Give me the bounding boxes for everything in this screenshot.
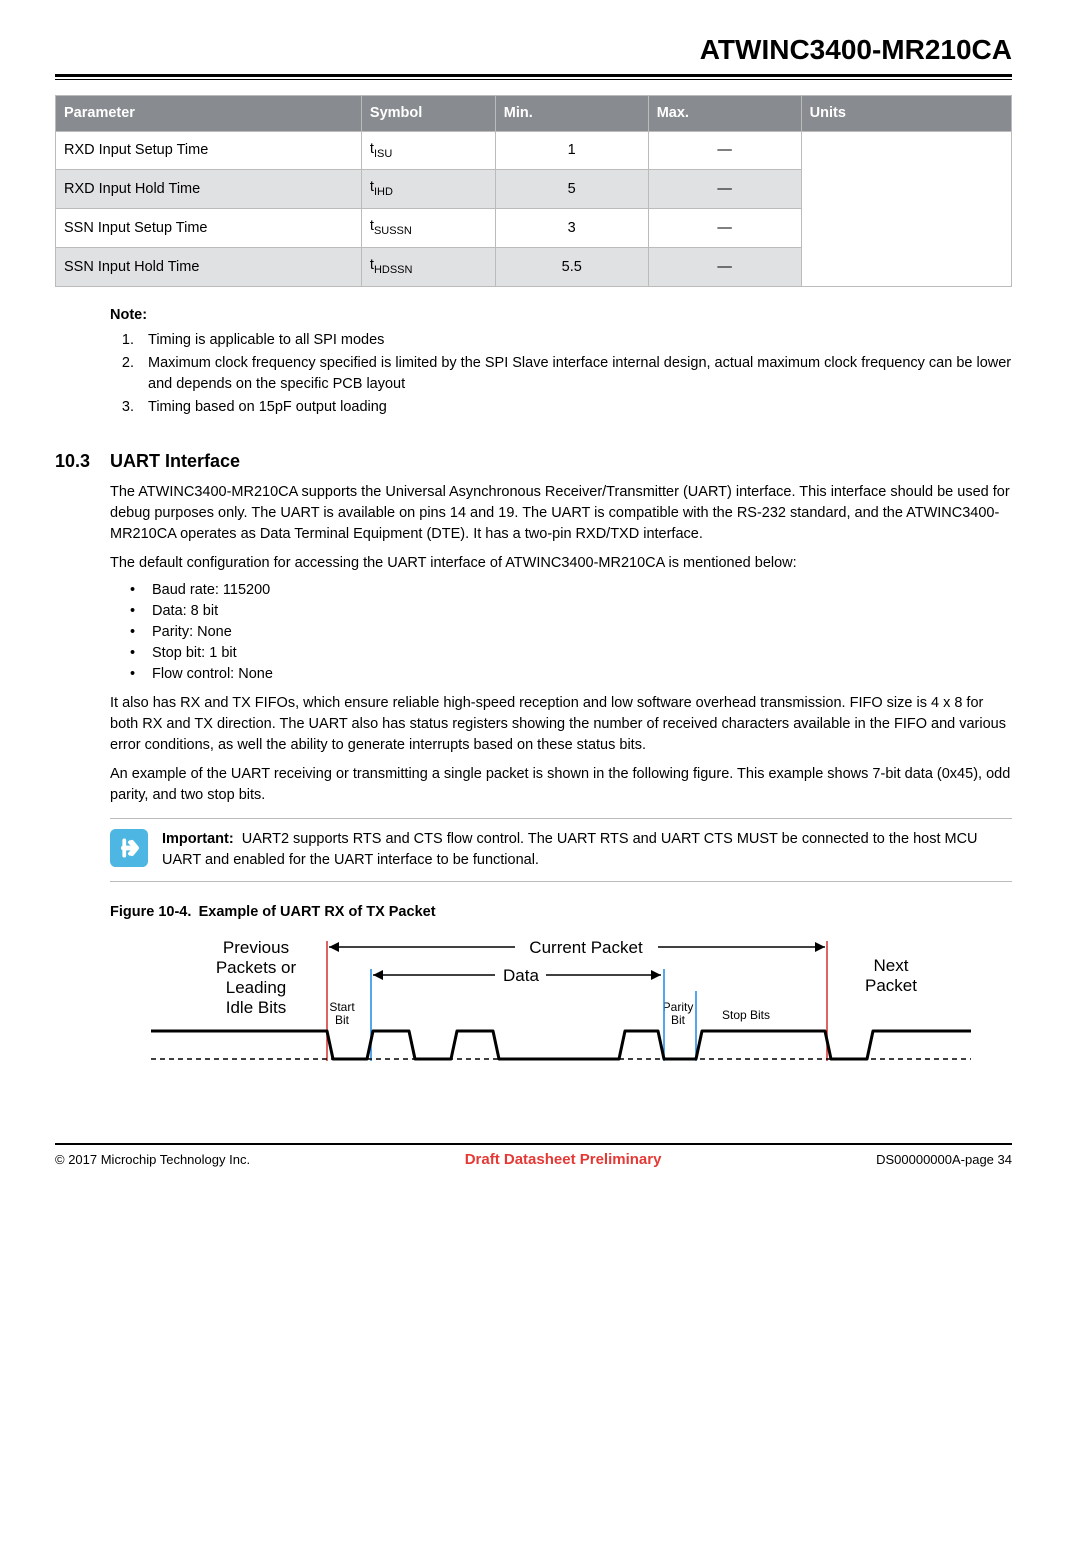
param-cell: RXD Input Setup Time <box>56 131 362 170</box>
note-item: Timing based on 15pF output loading <box>138 397 1012 418</box>
note-heading: Note: <box>110 305 1012 326</box>
label-next: Next <box>874 956 909 975</box>
body-paragraph: The default configuration for accessing … <box>110 553 1012 574</box>
note-item: Maximum clock frequency specified is lim… <box>138 353 1012 395</box>
table-row: RXD Input Setup Time tISU 1 — <box>56 131 1012 170</box>
max-cell: — <box>648 131 801 170</box>
important-body: UART2 supports RTS and CTS flow control.… <box>162 831 978 868</box>
th-units: Units <box>801 95 1011 131</box>
list-item: Baud rate: 115200 <box>130 580 1012 601</box>
footer-copyright: © 2017 Microchip Technology Inc. <box>55 1151 250 1170</box>
important-box: Important: UART2 supports RTS and CTS fl… <box>110 818 1012 882</box>
figure-caption: Figure 10-4. Example of UART RX of TX Pa… <box>110 902 1012 923</box>
param-cell: SSN Input Hold Time <box>56 248 362 287</box>
section-number: 10.3 <box>55 448 110 474</box>
list-item: Parity: None <box>130 622 1012 643</box>
param-cell: RXD Input Hold Time <box>56 170 362 209</box>
important-text: Important: UART2 supports RTS and CTS fl… <box>162 829 1012 871</box>
min-cell: 5 <box>495 170 648 209</box>
list-item: Flow control: None <box>130 664 1012 685</box>
th-min: Min. <box>495 95 648 131</box>
uart-packet-diagram: Previous Packets or Leading Idle Bits Cu… <box>110 931 1012 1101</box>
label-stop-bits: Stop Bits <box>722 1008 770 1022</box>
body-paragraph: It also has RX and TX FIFOs, which ensur… <box>110 693 1012 756</box>
page-footer: © 2017 Microchip Technology Inc. Draft D… <box>55 1143 1012 1171</box>
important-label: Important: <box>162 831 234 847</box>
min-cell: 3 <box>495 209 648 248</box>
label-current: Current Packet <box>529 938 643 957</box>
svg-text:Idle Bits: Idle Bits <box>226 998 286 1017</box>
svg-text:Packet: Packet <box>865 976 917 995</box>
label-data: Data <box>503 966 539 985</box>
svg-text:Packets or: Packets or <box>216 958 297 977</box>
svg-text:Bit: Bit <box>671 1013 686 1027</box>
units-cell <box>801 131 1011 286</box>
notes-list: Timing is applicable to all SPI modes Ma… <box>110 330 1012 418</box>
body-paragraph: An example of the UART receiving or tran… <box>110 764 1012 806</box>
label-parity-bit: Parity <box>663 1000 694 1014</box>
timing-table: Parameter Symbol Min. Max. Units RXD Inp… <box>55 95 1012 287</box>
symbol-cell: tSUSSN <box>361 209 495 248</box>
th-max: Max. <box>648 95 801 131</box>
max-cell: — <box>648 209 801 248</box>
list-item: Stop bit: 1 bit <box>130 643 1012 664</box>
product-title: ATWINC3400-MR210CA <box>55 30 1012 74</box>
th-symbol: Symbol <box>361 95 495 131</box>
footer-page: DS00000000A-page 34 <box>876 1151 1012 1170</box>
max-cell: — <box>648 248 801 287</box>
label-previous: Previous <box>223 938 289 957</box>
min-cell: 1 <box>495 131 648 170</box>
symbol-cell: tISU <box>361 131 495 170</box>
body-paragraph: The ATWINC3400-MR210CA supports the Univ… <box>110 482 1012 545</box>
max-cell: — <box>648 170 801 209</box>
symbol-cell: tHDSSN <box>361 248 495 287</box>
symbol-cell: tIHD <box>361 170 495 209</box>
th-parameter: Parameter <box>56 95 362 131</box>
config-list: Baud rate: 115200 Data: 8 bit Parity: No… <box>130 580 1012 685</box>
svg-text:Bit: Bit <box>335 1013 350 1027</box>
header-rule <box>55 74 1012 80</box>
param-cell: SSN Input Setup Time <box>56 209 362 248</box>
section-title: UART Interface <box>110 448 240 474</box>
svg-text:Leading: Leading <box>226 978 287 997</box>
note-item: Timing is applicable to all SPI modes <box>138 330 1012 351</box>
important-arrow-icon <box>110 829 148 867</box>
min-cell: 5.5 <box>495 248 648 287</box>
list-item: Data: 8 bit <box>130 601 1012 622</box>
footer-status: Draft Datasheet Preliminary <box>465 1149 662 1171</box>
label-start-bit: Start <box>329 1000 355 1014</box>
